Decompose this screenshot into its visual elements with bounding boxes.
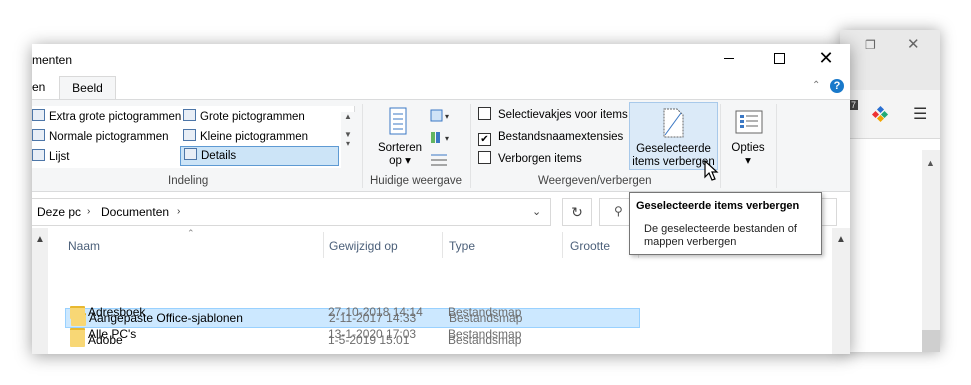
table-row[interactable]: Adresboek 27-10-2018 14:14 Bestandsmap — [65, 302, 638, 322]
scroll-up-icon[interactable]: ▲ — [926, 158, 935, 168]
browser-scrollbar[interactable] — [922, 150, 940, 352]
table-row[interactable]: Alle PC's 13-1-2020 17:03 Bestandsmap — [65, 324, 638, 344]
file-list-overflow: Adresboek 27-10-2018 14:14 Bestandsmap A… — [32, 0, 850, 354]
extension-icon[interactable] — [870, 104, 890, 124]
close-icon[interactable]: ✕ — [907, 35, 925, 53]
extension-badge: 7 — [849, 100, 859, 110]
restore-icon[interactable]: ❐ — [865, 38, 883, 52]
tooltip-title: Geselecteerde items verbergen — [636, 200, 800, 212]
background-browser-window: ❐ ✕ 7 ☰ ▲ — [840, 30, 940, 352]
browser-scrollbar-thumb[interactable] — [922, 330, 940, 352]
folder-icon — [70, 306, 85, 319]
folder-icon — [70, 328, 85, 341]
tooltip-body: De geselecteerde bestanden of mappen ver… — [644, 223, 797, 248]
browser-titlebar — [840, 30, 940, 90]
menu-icon[interactable]: ☰ — [913, 104, 927, 124]
tooltip: Geselecteerde items verbergen De geselec… — [629, 192, 822, 255]
